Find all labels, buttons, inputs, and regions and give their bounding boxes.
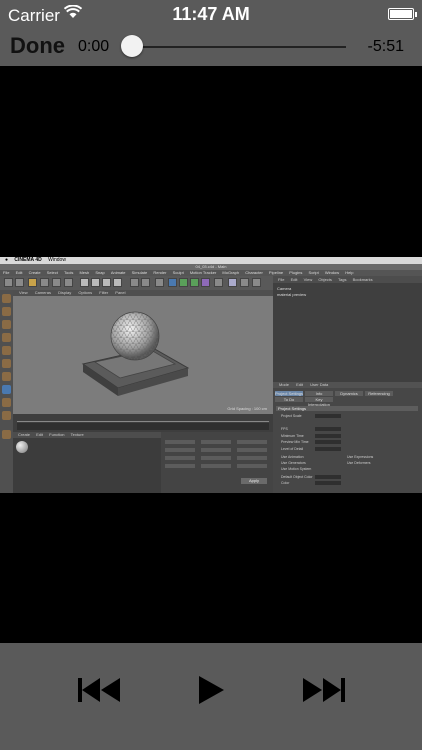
attr-menu-item: User Data [310, 382, 329, 387]
attr-menu-item: Mode [279, 382, 290, 387]
field-label: Project Scale [281, 414, 302, 418]
elapsed-time: 0:00 [78, 38, 110, 55]
attr-tab: Referencing [365, 391, 393, 396]
field-label: Use Deformers [347, 461, 371, 465]
field-label: Use Generators [281, 461, 306, 465]
skip-next-icon[interactable] [301, 675, 345, 705]
sphere-on-pedestal-scene [81, 311, 190, 396]
attr-tab: Project Settings [275, 391, 304, 396]
objects-menu-item: Objects [318, 277, 332, 282]
menu-item: Render [153, 270, 167, 275]
c4d-object-manager: File Edit View Objects Tags Bookmarks Ca… [273, 276, 422, 382]
clock: 11:47 AM [172, 4, 250, 24]
field-label: Level of Detail [281, 447, 304, 451]
object-row: material preview [277, 292, 307, 297]
playback-controls [0, 643, 422, 750]
material-swatch [16, 441, 28, 453]
video-frame[interactable]: ● CINEMA 4D Window 04_03.c4d - Main File… [0, 257, 422, 493]
object-row: Camera [277, 286, 292, 291]
app-name: CINEMA 4D [14, 257, 42, 263]
viewport-menu-item: Cameras [34, 290, 51, 295]
menu-item: Simulate [131, 270, 148, 275]
material-menu-item: Function [49, 432, 65, 437]
player-top-bar: Done 0:00 -5:51 [0, 30, 422, 66]
viewport-menu-item: Panel [115, 290, 126, 295]
field-label: Minimum Time [281, 434, 304, 438]
menu-item: Character [245, 270, 263, 275]
scrubber-track[interactable] [132, 46, 346, 48]
scrubber-knob[interactable] [121, 35, 143, 57]
viewport-menu-item: Options [78, 290, 93, 295]
objects-menu-item: Bookmarks [352, 277, 373, 282]
c4d-coordinates-panel: Apply [161, 432, 273, 493]
c4d-material-manager: Create Edit Function Texture [13, 432, 161, 493]
menu-item: Animate [110, 270, 126, 275]
attr-menu-item: Edit [296, 382, 304, 387]
battery-icon [388, 8, 417, 20]
c4d-viewport: View Cameras Display Options Filter Pane… [13, 290, 273, 414]
field-label: Use Expressions [347, 455, 374, 459]
c4d-toolbar [0, 276, 273, 290]
objects-menu-item: Edit [290, 277, 298, 282]
menu-item: Plugins [289, 270, 303, 275]
viewport-menu-item: Filter [99, 290, 109, 295]
skip-previous-icon[interactable] [78, 675, 122, 705]
menu-item: Help [345, 270, 354, 275]
menu-item: Pipeline [268, 270, 284, 275]
remaining-time: -5:51 [367, 38, 404, 55]
attr-tab: Dynamics [335, 391, 363, 396]
menu-item: Tools [64, 270, 74, 275]
menu-item: Script [308, 270, 319, 275]
menu-item: Snap [95, 270, 105, 275]
attr-tab: Info [305, 391, 333, 396]
menu-item: Edit [15, 270, 23, 275]
grid-spacing-label: Grid Spacing : 100 cm [227, 406, 267, 411]
status-bar: Carrier 11:47 AM [0, 0, 422, 30]
menu-item: Create [28, 270, 41, 275]
c4d-left-toolbar [0, 290, 13, 493]
play-icon[interactable] [197, 675, 225, 705]
mac-menu-bar: ● CINEMA 4D Window [0, 257, 422, 264]
menu-item: MoGraph [222, 270, 240, 275]
objects-menu-item: File [278, 277, 285, 282]
done-button[interactable]: Done [10, 33, 65, 59]
menu-item: Window [324, 270, 340, 275]
menu-item: File [3, 270, 10, 275]
viewport-menu-item: Display [58, 290, 72, 295]
field-label: Use Animation [281, 455, 304, 459]
field-label: Default Object Color [281, 475, 313, 479]
menu-item: Mesh [79, 270, 90, 275]
apply-button: Apply [241, 478, 267, 484]
material-menu-item: Create [18, 432, 31, 437]
field-label: FPS [281, 427, 288, 431]
objects-menu-item: View [303, 277, 313, 282]
field-label: Preview Min Time [281, 440, 309, 444]
c4d-attribute-manager: Mode Edit User Data Project Settings Inf… [273, 382, 422, 493]
c4d-timeline [13, 414, 273, 432]
attr-tab: To Do [275, 397, 303, 402]
field-label: Use Motion System [281, 467, 312, 471]
menu-item: Sculpt [172, 270, 184, 275]
menu-item: Motion Tracker [189, 270, 217, 275]
menu-item: Select [46, 270, 58, 275]
viewport-menu-item: View [19, 290, 28, 295]
field-label: Color [281, 481, 290, 485]
window-menu: Window [48, 257, 66, 263]
objects-menu-item: Tags [338, 277, 347, 282]
apple-icon: ● [5, 257, 9, 263]
material-menu-item: Texture [70, 432, 84, 437]
section-title: Project Settings [276, 406, 418, 411]
attr-tab: Key Interpolation [305, 397, 333, 407]
material-menu-item: Edit [36, 432, 44, 437]
